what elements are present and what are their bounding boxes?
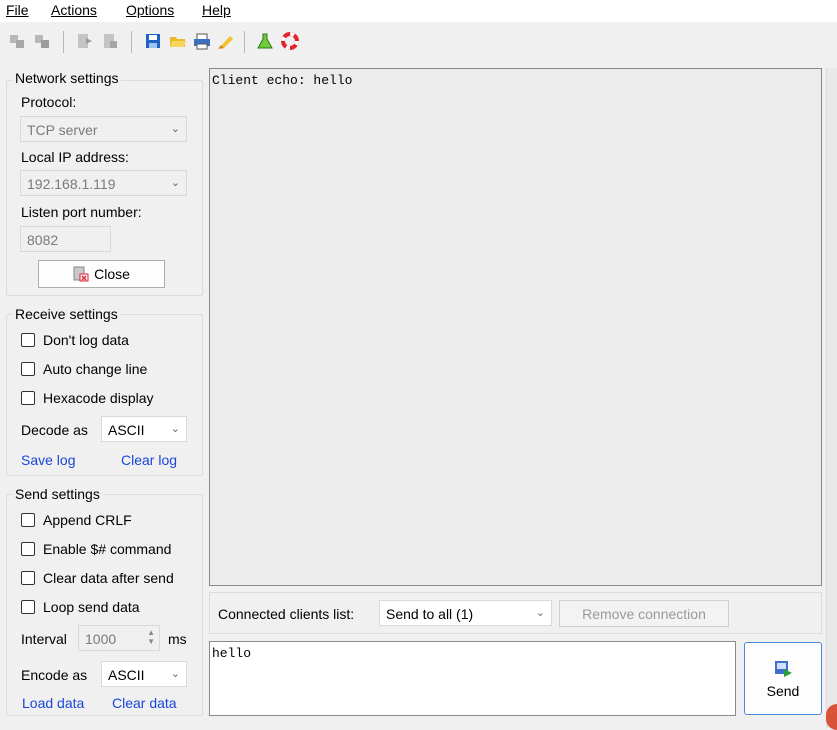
save-log-link[interactable]: Save log [21, 452, 75, 468]
open-icon[interactable] [167, 30, 189, 52]
connected-clients-label: Connected clients list: [218, 606, 355, 622]
print-icon[interactable] [191, 30, 213, 52]
chevron-down-icon: ⌄ [170, 177, 180, 189]
clients-select[interactable]: Send to all (1) ⌄ [379, 600, 552, 626]
send-text: hello [212, 646, 252, 661]
receive-settings-title: Receive settings [12, 306, 121, 322]
loop-send-checkbox[interactable]: Loop send data [21, 599, 140, 615]
send-icon [775, 660, 792, 677]
stop-icon[interactable] [99, 30, 121, 52]
interval-input[interactable]: 1000 ▲ ▼ [78, 625, 160, 651]
connect-icon[interactable] [6, 30, 28, 52]
network-settings-title: Network settings [12, 70, 122, 86]
local-ip-select[interactable]: 192.168.1.119 ⌄ [20, 170, 187, 196]
receive-textarea[interactable]: Client echo: hello [209, 68, 822, 586]
send-button[interactable]: Send [744, 642, 822, 715]
send-file-icon[interactable] [73, 30, 95, 52]
toolbar [0, 24, 837, 62]
dont-log-checkbox[interactable]: Don't log data [21, 332, 129, 348]
right-edge [826, 68, 837, 728]
chevron-down-icon: ⌄ [170, 668, 180, 680]
disconnect-icon[interactable] [31, 30, 53, 52]
protocol-select[interactable]: TCP server ⌄ [20, 116, 187, 142]
encode-select[interactable]: ASCII ⌄ [101, 661, 187, 687]
enable-command-checkbox[interactable]: Enable $# command [21, 541, 171, 557]
decode-label: Decode as [21, 422, 88, 438]
clear-log-link[interactable]: Clear log [121, 452, 177, 468]
test-icon[interactable] [254, 30, 276, 52]
menu-help[interactable]: Help [200, 2, 233, 18]
local-ip-label: Local IP address: [21, 149, 129, 165]
save-icon[interactable] [142, 30, 164, 52]
menu-actions[interactable]: Actions [49, 2, 99, 18]
chevron-down-icon: ⌄ [170, 123, 180, 135]
send-textarea[interactable]: hello [209, 641, 736, 716]
auto-change-line-checkbox[interactable]: Auto change line [21, 361, 147, 377]
menu-file[interactable]: File [4, 2, 31, 18]
ms-label: ms [168, 631, 187, 647]
menu-options[interactable]: Options [124, 2, 176, 18]
clear-data-link[interactable]: Clear data [112, 695, 177, 711]
help-icon[interactable] [279, 30, 301, 52]
listen-port-input[interactable]: 8082 [20, 226, 111, 252]
menu-bar: File Actions Options Help [0, 0, 837, 22]
listen-port-label: Listen port number: [21, 204, 142, 220]
protocol-label: Protocol: [21, 94, 77, 110]
chevron-down-icon: ⌄ [170, 423, 180, 435]
taskbar-edge-badge [826, 704, 837, 730]
close-button[interactable]: Close [38, 260, 165, 288]
hexcode-display-checkbox[interactable]: Hexacode display [21, 390, 154, 406]
decode-select[interactable]: ASCII ⌄ [101, 416, 187, 442]
spinner-arrows-icon[interactable]: ▲ ▼ [147, 628, 155, 646]
close-connection-icon [73, 266, 89, 282]
interval-label: Interval [21, 631, 67, 647]
clear-icon[interactable] [215, 30, 237, 52]
load-data-link[interactable]: Load data [22, 695, 84, 711]
received-text: Client echo: hello [212, 73, 353, 88]
clear-after-send-checkbox[interactable]: Clear data after send [21, 570, 174, 586]
send-settings-title: Send settings [12, 486, 103, 502]
chevron-down-icon: ⌄ [535, 607, 545, 619]
remove-connection-button[interactable]: Remove connection [559, 600, 729, 627]
append-crlf-checkbox[interactable]: Append CRLF [21, 512, 132, 528]
encode-label: Encode as [21, 667, 88, 683]
